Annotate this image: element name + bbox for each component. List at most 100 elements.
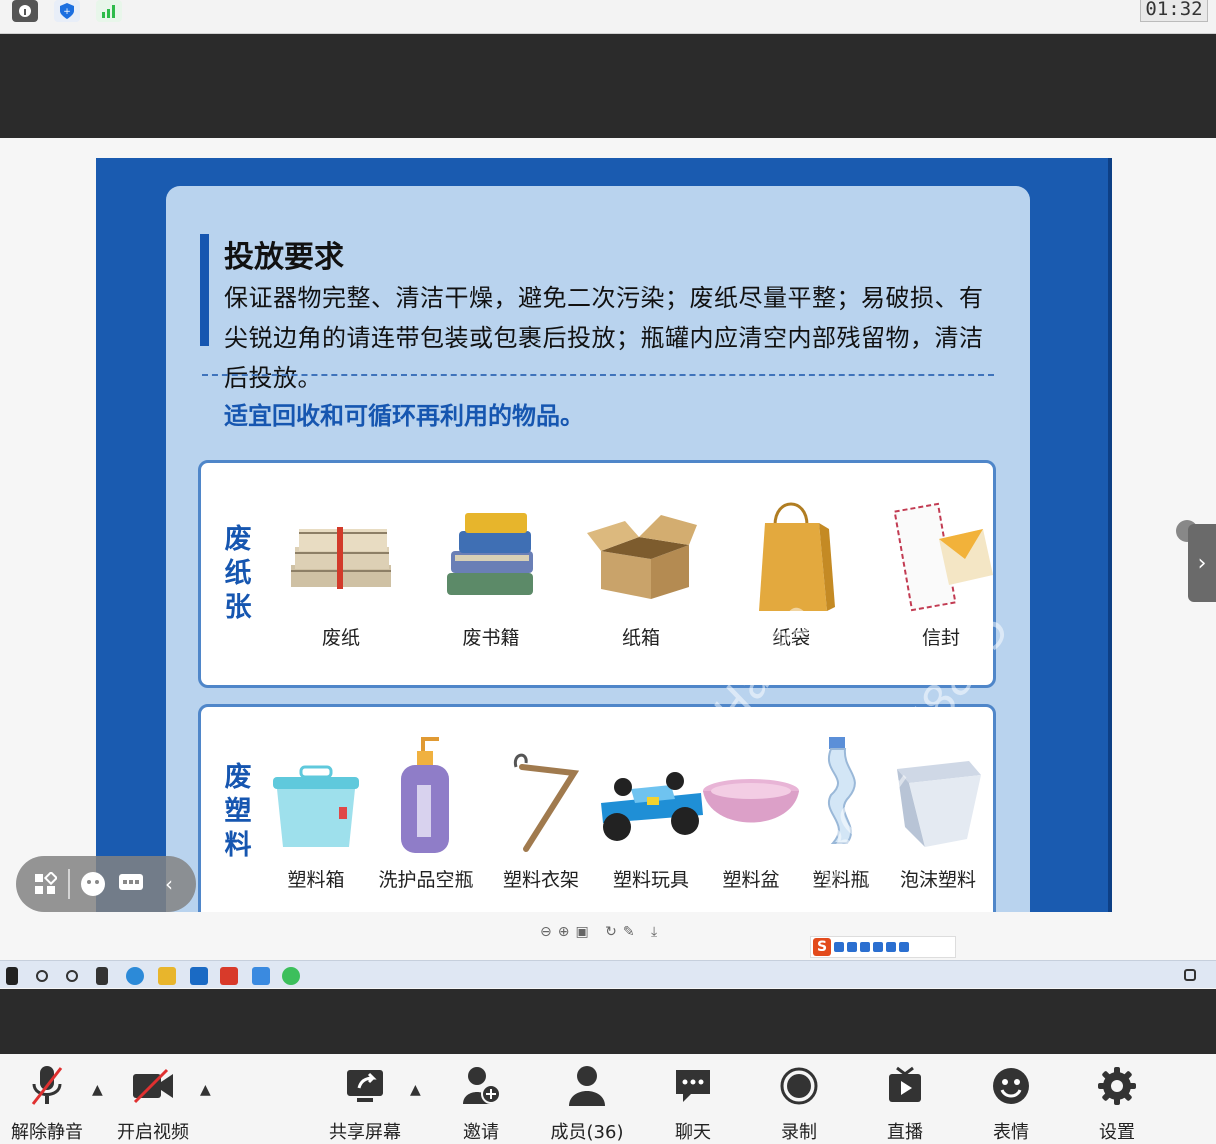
item-plastic-basin: 塑料盆	[696, 767, 806, 891]
slide-subtitle: 适宜回收和可循环再利用的物品。	[224, 402, 584, 430]
wps-icon[interactable]	[220, 967, 238, 985]
item-label: 塑料玩具	[612, 869, 689, 891]
invite-button[interactable]: 邀请	[436, 1064, 526, 1144]
side-panel-toggle[interactable]: ›	[1188, 524, 1216, 602]
share-screen-icon	[347, 1070, 383, 1102]
caption-icon[interactable]	[116, 869, 146, 899]
members-label: 成员(36)	[550, 1122, 624, 1143]
paper-bag-icon	[759, 502, 835, 611]
shield-icon[interactable]: +	[54, 0, 80, 22]
bottom-dark-band	[0, 989, 1216, 1054]
live-label: 直播	[887, 1122, 923, 1143]
audio-options-caret-icon[interactable]: ▲	[92, 1082, 103, 1098]
basin-icon	[703, 779, 799, 823]
microphone-muted-icon	[31, 1066, 63, 1105]
record-label: 录制	[781, 1122, 817, 1143]
meeting-toolbar: 解除静音 ▲ 开启视频 ▲ 共享屏幕 ▲ 邀请 成员(36) 聊天 录制 直播 …	[0, 1054, 1216, 1144]
share-screen-label: 共享屏幕	[329, 1122, 401, 1143]
start-video-button[interactable]: 开启视频	[108, 1064, 198, 1144]
slide-edge	[1108, 158, 1112, 912]
item-plastic-box: 塑料箱	[261, 747, 371, 891]
input-method-bar[interactable]: S	[810, 936, 956, 958]
notification-icon[interactable]	[1184, 969, 1196, 981]
svg-text:+: +	[63, 7, 71, 17]
item-paper-bag: 纸袋	[731, 489, 851, 649]
item-waste-paper: 废纸	[281, 503, 401, 649]
ime-tool-icon[interactable]	[860, 942, 870, 952]
share-options-caret-icon[interactable]: ▲	[410, 1082, 421, 1098]
viewer-zoom-tools[interactable]: ⊖⊕▣ ↻✎ ⤓	[540, 924, 663, 940]
item-label: 纸箱	[621, 627, 660, 649]
category-label: 废塑料	[224, 762, 252, 861]
ime-tool-icon[interactable]	[847, 942, 857, 952]
slide-title: 投放要求	[224, 240, 344, 275]
meeting-window: + 01:32 投放要求 保证器物完整、清洁干燥，避免二次污染；废纸尽量平整；易…	[0, 0, 1216, 1144]
slide-body-text: 保证器物完整、清洁干燥，避免二次污染；废纸尽量平整；易破损、有尖锐边角的请连带包…	[224, 284, 984, 392]
item-envelope: 信封	[881, 499, 1001, 649]
item-label: 塑料衣架	[502, 869, 579, 891]
chat-label: 聊天	[675, 1122, 711, 1143]
sogou-icon[interactable]: S	[813, 938, 831, 956]
emoji-button[interactable]: 表情	[966, 1064, 1056, 1144]
cardboard-box-icon	[587, 515, 697, 599]
item-label: 洗护品空瓶	[378, 869, 474, 891]
book-stack-icon	[447, 513, 533, 595]
task-view-icon[interactable]	[96, 967, 108, 985]
chat-icon	[676, 1070, 710, 1102]
ime-tool-icon[interactable]	[834, 942, 844, 952]
item-label: 塑料箱	[287, 869, 345, 891]
settings-button[interactable]: 设置	[1072, 1064, 1162, 1144]
ime-tool-icon[interactable]	[886, 942, 896, 952]
category-card-paper: 废纸张 废纸 废书籍 纸箱 纸袋 信封	[198, 460, 996, 688]
invite-icon	[463, 1067, 501, 1104]
meeting-timer: 01:32	[1140, 0, 1208, 22]
settings-label: 设置	[1099, 1122, 1135, 1143]
camera-off-icon	[133, 1068, 173, 1104]
emoji-label: 表情	[993, 1122, 1029, 1143]
video-options-caret-icon[interactable]: ▲	[200, 1082, 211, 1098]
live-icon	[889, 1066, 921, 1102]
item-carton: 纸箱	[581, 503, 701, 649]
wechat-icon[interactable]	[282, 967, 300, 985]
cortana-icon[interactable]	[66, 970, 78, 982]
item-label: 废纸	[321, 627, 360, 649]
start-icon[interactable]	[6, 967, 18, 985]
smiley-icon[interactable]	[78, 869, 108, 899]
unmute-label: 解除静音	[11, 1122, 83, 1143]
item-label: 泡沫塑料	[899, 869, 976, 891]
chat-button[interactable]: 聊天	[648, 1064, 738, 1144]
dashed-divider	[202, 374, 994, 376]
folder-icon[interactable]	[158, 967, 176, 985]
invite-label: 邀请	[463, 1122, 499, 1143]
meeting-app-icon[interactable]	[252, 967, 270, 985]
toy-car-icon	[601, 772, 703, 841]
item-plastic-hanger: 塑料衣架	[486, 743, 596, 891]
app-icon[interactable]	[190, 967, 208, 985]
grid-icon[interactable]	[30, 869, 60, 899]
emoji-icon	[993, 1068, 1029, 1104]
record-button[interactable]: 录制	[754, 1064, 844, 1144]
ime-tool-icon[interactable]	[873, 942, 883, 952]
ime-tool-icon[interactable]	[899, 942, 909, 952]
title-accent-bar	[200, 234, 209, 346]
search-icon[interactable]	[36, 970, 48, 982]
members-icon	[569, 1066, 605, 1106]
edge-icon[interactable]	[126, 967, 144, 985]
floating-toolbar: ‹	[16, 856, 196, 912]
info-icon[interactable]	[12, 0, 38, 22]
unmute-button[interactable]: 解除静音	[2, 1064, 92, 1144]
presentation-slide: 投放要求 保证器物完整、清洁干燥，避免二次污染；废纸尽量平整；易破损、有尖锐边角…	[96, 158, 1112, 912]
live-button[interactable]: 直播	[860, 1064, 950, 1144]
signal-strength-icon[interactable]	[96, 0, 122, 22]
share-screen-button[interactable]: 共享屏幕	[320, 1064, 410, 1144]
taskbar	[0, 960, 1216, 988]
toolbar-separator	[68, 869, 70, 899]
item-plastic-toy: 塑料玩具	[591, 753, 711, 891]
item-lotion-bottle: 洗护品空瓶	[371, 733, 481, 891]
collapse-chevron-icon[interactable]: ‹	[154, 869, 184, 899]
plastic-box-icon	[273, 765, 359, 847]
settings-icon	[1098, 1067, 1136, 1105]
lotion-bottle-icon	[401, 737, 449, 853]
hanger-icon	[513, 753, 580, 852]
members-button[interactable]: 成员(36)	[542, 1064, 632, 1144]
